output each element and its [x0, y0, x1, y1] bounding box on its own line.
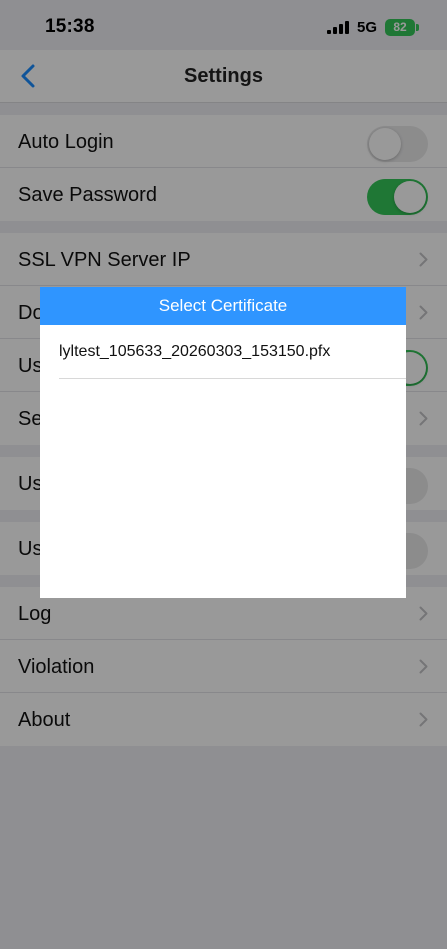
dialog-title: Select Certificate: [40, 287, 406, 325]
certificate-item[interactable]: lyltest_105633_20260303_153150.pfx: [59, 325, 406, 379]
select-certificate-dialog: Select Certificate lyltest_105633_202603…: [40, 287, 406, 598]
